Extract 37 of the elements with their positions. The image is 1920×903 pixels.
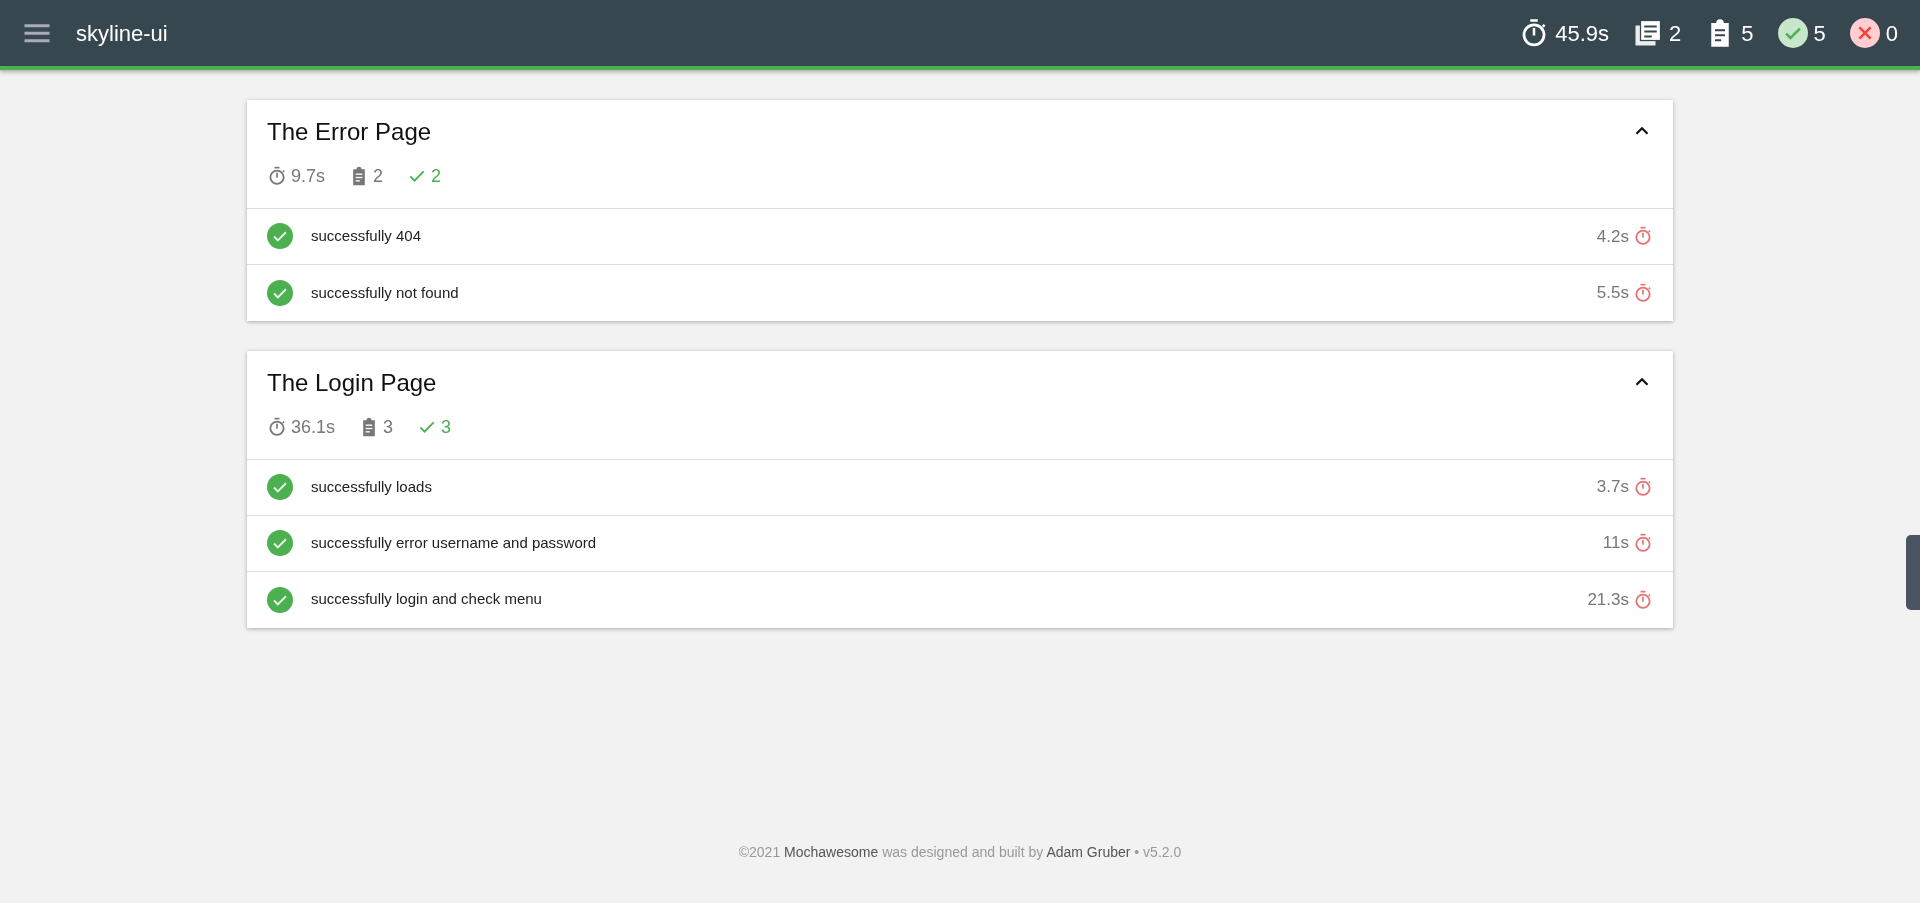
test-duration: 4.2s: [1596, 225, 1629, 248]
stopwatch-icon: [1633, 282, 1653, 303]
suite-test-count: 2: [373, 164, 384, 188]
test-title[interactable]: successfully loads: [311, 475, 432, 499]
app-title: skyline-ui: [76, 19, 168, 48]
test-title[interactable]: successfully not found: [311, 281, 459, 305]
test-duration: 3.7s: [1596, 476, 1629, 499]
stacked-documents-icon: [1633, 18, 1663, 48]
stopwatch-icon: [1633, 226, 1653, 247]
suites-count: 2: [1669, 19, 1682, 48]
footer-link[interactable]: Mochawesome: [784, 844, 879, 860]
stopwatch-icon: [1633, 589, 1653, 610]
footer-link[interactable]: Adam Gruber: [1046, 844, 1131, 860]
suite-title: The Login Page: [267, 368, 437, 398]
stopwatch-icon: [1633, 477, 1653, 498]
check-circle-icon: [1777, 18, 1808, 48]
suite-pass-count: 3: [441, 415, 452, 439]
suite-test-count: 3: [383, 415, 394, 439]
stopwatch-icon: [267, 417, 287, 438]
test-title[interactable]: successfully login and check menu: [311, 588, 542, 611]
tests-count: 5: [1741, 19, 1754, 48]
stopwatch-icon: [267, 166, 287, 187]
passes-count: 5: [1813, 19, 1826, 48]
stopwatch-icon: [1633, 533, 1653, 554]
suite-title: The Error Page: [267, 118, 432, 147]
test-duration: 11s: [1602, 532, 1629, 555]
failures-count: 0: [1885, 19, 1898, 48]
suite-pass-count: 2: [431, 164, 442, 188]
duration-count: 45.9s: [1555, 19, 1609, 48]
test-duration: 21.3s: [1587, 588, 1629, 611]
test-duration: 5.5s: [1596, 282, 1629, 305]
test-title[interactable]: successfully 404: [311, 225, 422, 248]
footer-text: ©2021 Mochawesome was designed and built by Adam Gruber • v5.2.0: [737, 843, 1183, 862]
suite-duration: 36.1s: [291, 415, 336, 439]
close-circle-icon: [1849, 18, 1880, 48]
suite-duration: 9.7s: [291, 164, 326, 188]
test-title[interactable]: successfully error username and password: [311, 531, 597, 555]
